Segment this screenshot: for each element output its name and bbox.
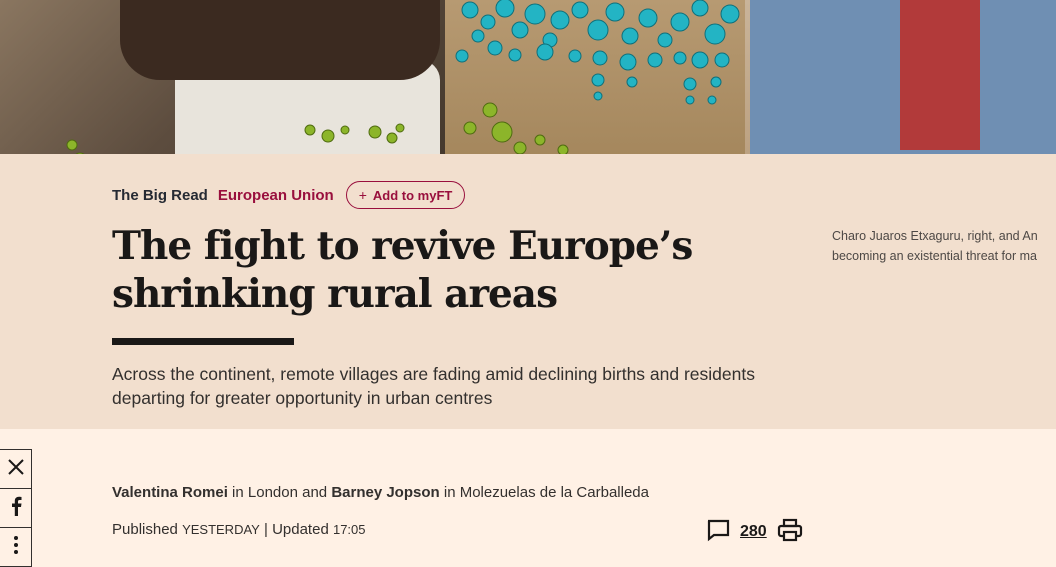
updated-time: 17:05 <box>332 522 366 537</box>
comment-icon[interactable] <box>706 518 730 546</box>
standfirst-line-1: Across the continent, remote villages ar… <box>112 364 755 384</box>
headline-rule <box>112 338 294 345</box>
topic-link[interactable]: European Union <box>218 187 334 204</box>
caption-line-1: Charo Juaros Etxaguru, right, and An <box>832 229 1038 243</box>
author-link-2[interactable]: Barney Jopson <box>331 484 439 501</box>
headline-line-1: The fight to revive Europe’s <box>112 223 693 269</box>
byline: Valentina Romei in London and Barney Jop… <box>112 484 649 501</box>
byline-location-1: in London and <box>227 484 332 501</box>
author-link-1[interactable]: Valentina Romei <box>112 484 228 501</box>
standfirst-line-2: departing for greater opportunity in urb… <box>112 388 493 408</box>
standfirst: Across the continent, remote villages ar… <box>112 362 792 410</box>
plus-icon: + <box>358 187 367 203</box>
add-to-myft-label: Add to myFT <box>372 187 453 203</box>
comment-count[interactable]: 280 <box>740 523 767 541</box>
published-date: YESTERDAY <box>182 522 260 537</box>
add-to-myft-button[interactable]: + Add to myFT <box>345 181 466 209</box>
published-info: Published YESTERDAY | Updated 17:05 <box>112 521 366 538</box>
share-more-button[interactable] <box>0 527 32 567</box>
image-caption: Charo Juaros Etxaguru, right, and An bec… <box>832 226 1056 266</box>
updated-label: | Updated <box>259 521 333 538</box>
article-headline: The fight to revive Europe’s shrinking r… <box>112 222 732 318</box>
share-facebook-button[interactable] <box>0 488 32 528</box>
print-icon[interactable] <box>777 518 803 546</box>
kicker-link[interactable]: The Big Read <box>112 187 208 204</box>
article-tags: The Big Read European Union + Add to myF… <box>112 181 466 209</box>
share-x-button[interactable] <box>0 449 32 489</box>
published-label: Published <box>112 521 183 538</box>
headline-line-2: shrinking rural areas <box>112 271 558 317</box>
byline-location-2: in Molezuelas de la Carballeda <box>439 484 649 501</box>
caption-line-2: becoming an existential threat for ma <box>832 249 1037 263</box>
share-rail <box>0 449 32 567</box>
article-tools: 280 <box>706 518 803 546</box>
x-icon <box>7 458 25 480</box>
facebook-icon <box>9 496 23 520</box>
more-icon <box>13 535 19 559</box>
